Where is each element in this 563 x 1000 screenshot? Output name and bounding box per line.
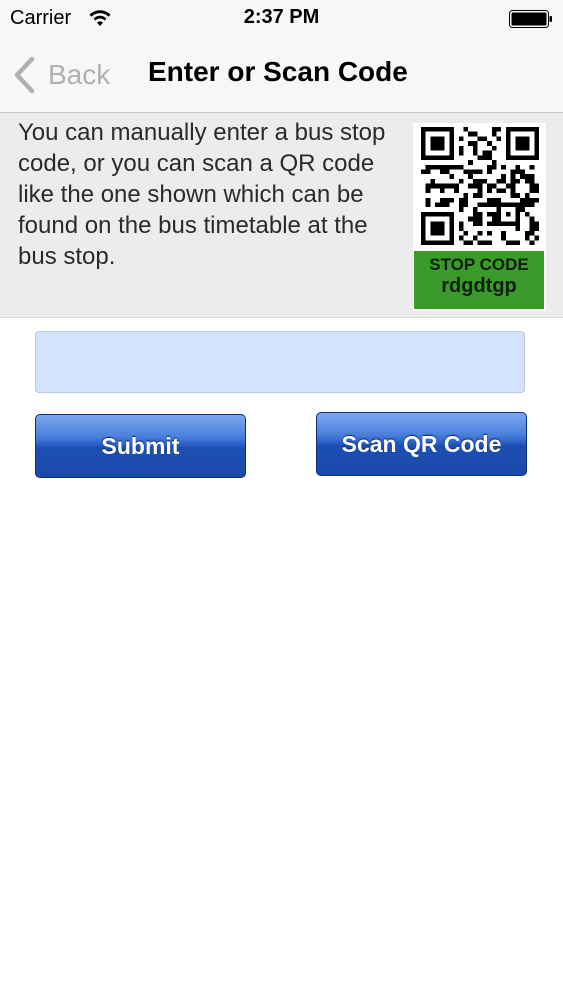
clock-time: 2:37 PM	[243, 6, 320, 28]
page-title: Enter or Scan Code	[148, 56, 408, 87]
battery-icon	[509, 10, 552, 28]
qr-example-card: STOP CODE rdgdtgp	[413, 123, 546, 311]
stop-code-input[interactable]	[35, 331, 525, 393]
submit-button-label: Submit	[101, 432, 180, 459]
stop-code-label: STOP CODE	[429, 255, 529, 274]
status-bar: Carrier 2:37 PM	[0, 0, 563, 38]
stop-code-box: STOP CODE rdgdtgp	[414, 251, 544, 309]
submit-button[interactable]: Submit	[35, 414, 246, 478]
scan-qr-code-button-label: Scan QR Code	[341, 430, 502, 457]
qr-code-icon	[421, 127, 539, 245]
stop-code-value: rdgdtgp	[441, 275, 517, 297]
instructions-text: You can manually enter a bus stop code, …	[18, 119, 386, 270]
scan-qr-code-button[interactable]: Scan QR Code	[316, 412, 527, 476]
info-panel: You can manually enter a bus stop code, …	[0, 113, 563, 318]
screen: Carrier 2:37 PM Back Enter or Scan Code …	[0, 0, 563, 1000]
back-button-label: Back	[48, 59, 111, 90]
back-button[interactable]: Back	[12, 54, 110, 96]
navigation-bar: Back Enter or Scan Code	[0, 38, 563, 113]
chevron-left-icon	[14, 56, 35, 94]
